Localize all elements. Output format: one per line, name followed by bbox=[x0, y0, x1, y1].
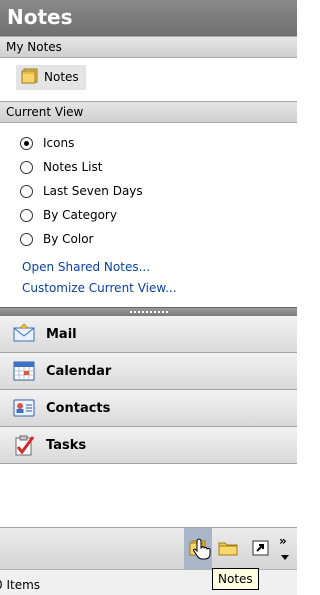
view-option-label: Last Seven Days bbox=[43, 184, 143, 198]
item-count: 0 Items bbox=[0, 578, 41, 592]
dropdown-arrow-icon[interactable] bbox=[281, 550, 299, 566]
customize-current-view-link[interactable]: Customize Current View... bbox=[22, 278, 177, 299]
configure-buttons-chevron[interactable]: » bbox=[279, 534, 297, 550]
splitter-grip[interactable] bbox=[130, 311, 168, 313]
view-option-last-seven-days[interactable]: Last Seven Days bbox=[20, 179, 143, 203]
contacts-icon bbox=[12, 396, 36, 420]
nav-label: Calendar bbox=[46, 363, 112, 379]
radio-button[interactable] bbox=[20, 232, 33, 246]
open-shared-notes-link[interactable]: Open Shared Notes... bbox=[22, 257, 177, 278]
radio-button[interactable] bbox=[20, 160, 33, 174]
mail-icon bbox=[12, 322, 36, 346]
view-option-by-category[interactable]: By Category bbox=[20, 203, 143, 227]
nav-button-contacts[interactable]: Contacts bbox=[0, 390, 297, 427]
navigation-pane: Notes My Notes Notes Current View Icons … bbox=[0, 0, 297, 595]
view-radio-group: Icons Notes List Last Seven Days By Cate… bbox=[20, 131, 143, 251]
radio-button-selected[interactable] bbox=[20, 136, 33, 150]
calendar-icon bbox=[12, 359, 36, 383]
section-header-current-view[interactable]: Current View bbox=[0, 101, 297, 123]
view-option-label: Icons bbox=[43, 136, 75, 150]
folder-label: Notes bbox=[44, 70, 79, 84]
view-option-label: By Color bbox=[43, 232, 94, 246]
folder-item-notes[interactable]: Notes bbox=[16, 63, 86, 91]
shortcut-bar: » bbox=[0, 527, 299, 570]
nav-button-tasks[interactable]: Tasks bbox=[0, 427, 297, 464]
notes-icon bbox=[21, 68, 39, 87]
view-option-icons[interactable]: Icons bbox=[20, 131, 143, 155]
nav-label: Tasks bbox=[46, 437, 87, 453]
folder-list-icon[interactable] bbox=[218, 540, 238, 556]
view-option-label: By Category bbox=[43, 208, 117, 222]
tasks-icon bbox=[12, 433, 36, 457]
hand-cursor-icon bbox=[193, 538, 213, 563]
nav-label: Contacts bbox=[46, 400, 111, 416]
pane-splitter[interactable] bbox=[0, 307, 297, 316]
view-option-label: Notes List bbox=[43, 160, 103, 174]
radio-button[interactable] bbox=[20, 184, 33, 198]
tooltip: Notes bbox=[212, 568, 259, 590]
radio-button[interactable] bbox=[20, 208, 33, 222]
task-links: Open Shared Notes... Customize Current V… bbox=[22, 257, 177, 299]
nav-button-mail[interactable]: Mail bbox=[0, 316, 297, 353]
shortcuts-icon[interactable] bbox=[252, 540, 270, 556]
pane-title: Notes bbox=[0, 0, 297, 36]
section-header-my-notes[interactable]: My Notes bbox=[0, 36, 297, 58]
nav-label: Mail bbox=[46, 326, 77, 342]
view-option-by-color[interactable]: By Color bbox=[20, 227, 143, 251]
nav-button-calendar[interactable]: Calendar bbox=[0, 353, 297, 390]
view-option-notes-list[interactable]: Notes List bbox=[20, 155, 143, 179]
